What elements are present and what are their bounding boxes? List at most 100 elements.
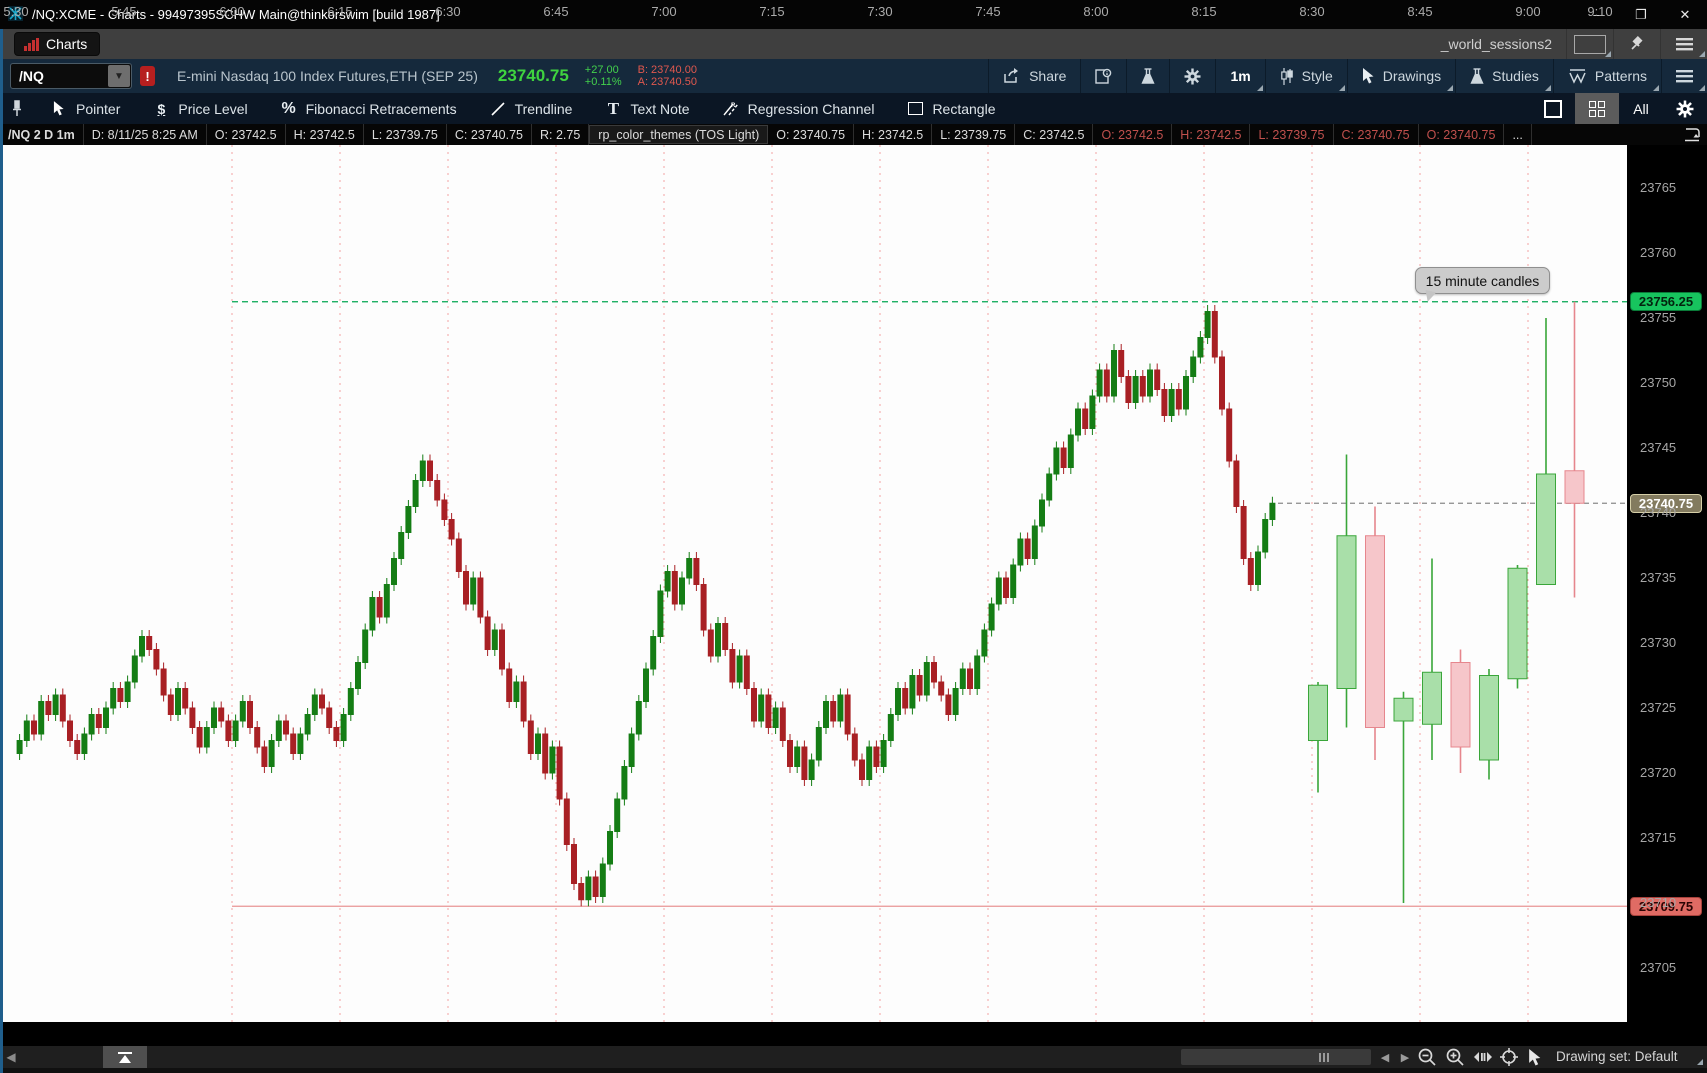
patterns-button[interactable]: Patterns bbox=[1554, 59, 1661, 93]
time-tick: 7:00 bbox=[651, 4, 677, 19]
ohlc-cell: O: 23740.75 bbox=[768, 124, 855, 145]
time-tick: 8:30 bbox=[1299, 4, 1325, 19]
tool-pointer[interactable]: Pointer bbox=[34, 93, 136, 124]
candle-1m bbox=[520, 681, 527, 722]
layout-button[interactable] bbox=[1566, 29, 1613, 59]
all-charts-button[interactable]: All bbox=[1619, 93, 1663, 124]
candlestick-chart[interactable] bbox=[0, 145, 1627, 1022]
candle-1m bbox=[787, 740, 793, 767]
fit-width-button[interactable] bbox=[1470, 1046, 1496, 1068]
price-tick: 23750 bbox=[1640, 375, 1677, 390]
analyze-button[interactable] bbox=[1127, 59, 1169, 93]
candle-15m bbox=[1365, 535, 1385, 728]
time-tick: 9:10 bbox=[1587, 4, 1613, 19]
time-axis[interactable] bbox=[0, 1022, 1707, 1046]
single-chart-button[interactable] bbox=[1531, 93, 1575, 124]
drawings-button[interactable]: Drawings bbox=[1348, 59, 1455, 93]
chart-note-text: 15 minute candles bbox=[1425, 272, 1540, 289]
menu-button[interactable] bbox=[1660, 29, 1707, 59]
tool-regression-channel[interactable]: R Regression Channel bbox=[706, 93, 891, 124]
patterns-icon bbox=[1569, 69, 1586, 84]
ohlc-cell: L: 23739.75 bbox=[932, 124, 1016, 145]
time-tick: 7:15 bbox=[759, 4, 785, 19]
candle-15m bbox=[1479, 675, 1499, 761]
scroll-left-edge-arrow[interactable]: ◀ bbox=[0, 1050, 22, 1064]
style-button[interactable]: Style bbox=[1266, 59, 1347, 93]
cursor-icon bbox=[1362, 68, 1374, 84]
candle-1m bbox=[333, 727, 340, 741]
chart-scrollbar[interactable] bbox=[1181, 1049, 1371, 1065]
share-button[interactable]: Share bbox=[989, 59, 1080, 93]
candle-1m bbox=[909, 675, 916, 709]
tool-rectangle[interactable]: Rectangle bbox=[890, 93, 1011, 124]
tool-price-level[interactable]: $ Price Level bbox=[136, 93, 263, 124]
candle-style-icon bbox=[1280, 67, 1293, 85]
expand-panel-handle[interactable] bbox=[103, 1046, 147, 1068]
price-tick: 23715 bbox=[1640, 830, 1677, 845]
ohlc-cell: D: 8/11/25 8:25 AM bbox=[84, 124, 207, 145]
candle-1m bbox=[1082, 408, 1089, 429]
symbol-input[interactable]: /NQ ▼ bbox=[10, 63, 132, 89]
dock-pin-button[interactable] bbox=[0, 93, 34, 124]
corner-resize-grip[interactable] bbox=[1697, 1059, 1703, 1065]
candle-1m bbox=[455, 538, 462, 572]
candle-1m bbox=[1024, 538, 1031, 559]
candle-15m bbox=[1422, 671, 1442, 725]
timeframe-button[interactable]: 1m bbox=[1216, 59, 1264, 93]
scrollbar-grip[interactable] bbox=[1313, 1052, 1335, 1062]
hamburger-icon bbox=[1675, 37, 1693, 50]
pin-button[interactable] bbox=[1613, 29, 1660, 59]
candle-1m bbox=[340, 714, 347, 741]
session-high-badge: 23756.25 bbox=[1630, 292, 1702, 312]
candle-1m bbox=[715, 623, 721, 657]
change-percent: +0.11% bbox=[584, 76, 622, 88]
expand-chart-icon[interactable] bbox=[1683, 127, 1701, 142]
tool-fibonacci[interactable]: % Fibonacci Retracements bbox=[264, 93, 473, 124]
ohlc-cell: H: 23742.5 bbox=[854, 124, 933, 145]
price-tick: 23735 bbox=[1640, 570, 1677, 585]
tool-trendline[interactable]: Trendline bbox=[473, 93, 589, 124]
maximize-button[interactable]: ❐ bbox=[1619, 0, 1663, 29]
candle-1m bbox=[1003, 577, 1009, 598]
candle-1m bbox=[808, 759, 815, 780]
chart-settings-button[interactable] bbox=[1663, 93, 1707, 124]
close-button[interactable]: ✕ bbox=[1663, 0, 1707, 29]
pointer-mode-button[interactable] bbox=[1522, 1046, 1548, 1068]
candle-1m bbox=[995, 577, 1002, 605]
candle-1m bbox=[1262, 519, 1269, 553]
studies-button[interactable]: Studies bbox=[1456, 59, 1553, 93]
candle-1m bbox=[542, 733, 549, 774]
price-tick: 23740 bbox=[1640, 505, 1677, 520]
news-button[interactable] bbox=[1081, 59, 1126, 93]
candle-1m bbox=[218, 707, 225, 722]
candle-1m bbox=[88, 714, 95, 735]
candle-1m bbox=[304, 714, 311, 735]
candle-1m bbox=[945, 694, 952, 715]
chart-note[interactable]: 15 minute candles bbox=[1415, 267, 1550, 294]
candle-1m bbox=[693, 558, 700, 585]
alert-badge[interactable]: ! bbox=[140, 66, 155, 86]
time-tick: 6:00 bbox=[219, 4, 245, 19]
drawing-set-selector[interactable]: Drawing set: Default bbox=[1556, 1049, 1678, 1064]
chart-menu-button[interactable] bbox=[1662, 59, 1707, 93]
workspace-name[interactable]: _world_sessions2 bbox=[1441, 36, 1552, 52]
zoom-in-button[interactable] bbox=[1442, 1046, 1468, 1068]
candle-1m bbox=[131, 655, 138, 683]
candle-1m bbox=[484, 616, 491, 650]
zoom-out-button[interactable] bbox=[1414, 1046, 1440, 1068]
candle-1m bbox=[254, 727, 261, 748]
candle-1m bbox=[823, 701, 829, 728]
symbol-dropdown-arrow[interactable]: ▼ bbox=[108, 65, 130, 87]
chart-bars-icon bbox=[24, 37, 39, 51]
candle-1m bbox=[470, 577, 477, 605]
candle-1m bbox=[779, 707, 786, 741]
grid-layout-button[interactable] bbox=[1575, 93, 1619, 124]
crosshair-button[interactable] bbox=[1496, 1046, 1522, 1068]
settings-button[interactable] bbox=[1170, 59, 1215, 93]
tool-text-note[interactable]: T Text Note bbox=[588, 93, 705, 124]
window-bottom-edge bbox=[0, 1068, 1707, 1073]
candle-1m bbox=[592, 876, 599, 897]
candle-1m bbox=[1161, 389, 1168, 416]
tab-charts[interactable]: Charts bbox=[14, 32, 101, 56]
candle-1m bbox=[167, 694, 174, 715]
